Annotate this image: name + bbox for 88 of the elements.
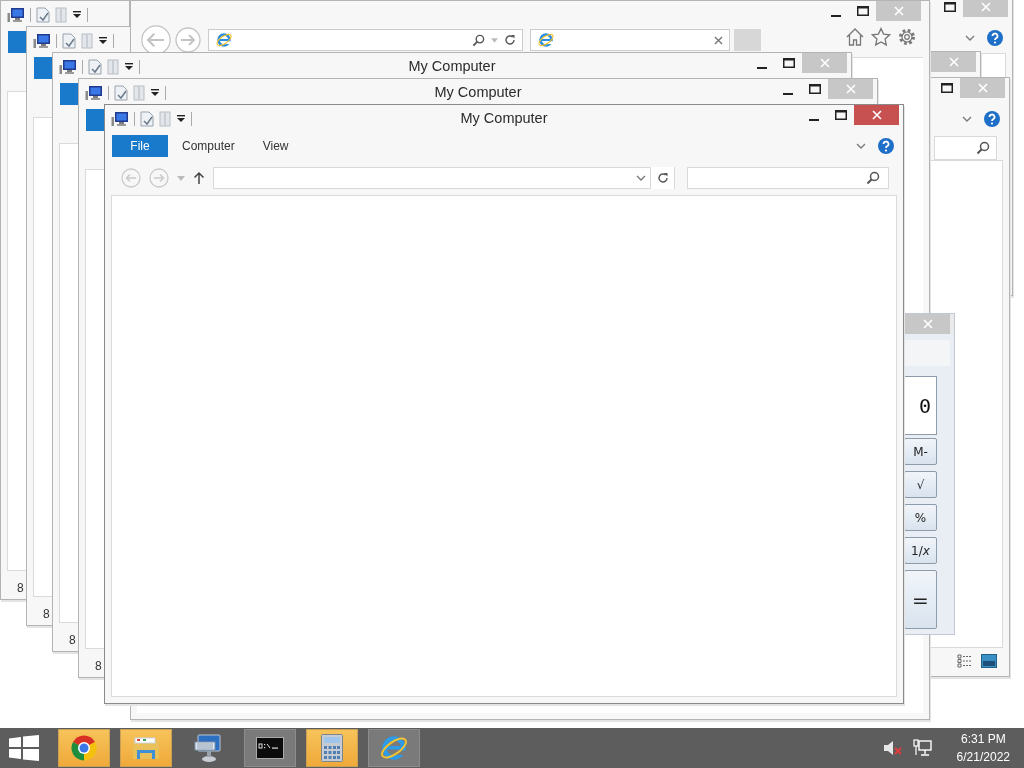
close-icon: [977, 83, 988, 93]
calculator-key[interactable]: %: [904, 504, 937, 531]
close-icon: [980, 2, 991, 12]
search-field[interactable]: [934, 136, 997, 160]
window-title: My Computer: [460, 109, 548, 126]
close-icon: [845, 84, 856, 94]
document-icon[interactable]: [140, 111, 154, 127]
document-icon[interactable]: [114, 85, 128, 101]
browser-logo-icon: [379, 733, 409, 763]
dropdown-icon[interactable]: [72, 10, 82, 20]
browser-tab[interactable]: [530, 29, 730, 51]
document-icon[interactable]: [36, 7, 50, 23]
home-icon[interactable]: [845, 27, 865, 47]
computer-icon[interactable]: [33, 33, 51, 49]
computer-icon[interactable]: [59, 59, 77, 75]
monitor-keyboard-icon: [193, 733, 223, 763]
search-icon[interactable]: [472, 33, 485, 47]
close-icon: [922, 319, 933, 329]
taskbar-button[interactable]: [244, 729, 296, 767]
close-icon: [871, 110, 882, 120]
status-text: 8: [16, 580, 25, 597]
status-text: 8: [42, 606, 51, 623]
calculator-key[interactable]: M-: [904, 438, 937, 465]
close-icon: [948, 57, 959, 67]
large-icons-view-icon[interactable]: [981, 654, 997, 668]
window-title: My Computer: [434, 83, 522, 100]
settings-icon[interactable]: [897, 27, 917, 47]
computer-icon[interactable]: [85, 85, 103, 101]
minimize-icon: [782, 93, 793, 95]
search-icon: [866, 171, 880, 185]
maximize-icon: [808, 84, 821, 94]
ribbon-tab[interactable]: View: [248, 135, 303, 157]
search-icon: [976, 141, 990, 155]
dropdown-icon[interactable]: [150, 88, 160, 98]
maximize-icon: [782, 58, 795, 68]
volume-icon[interactable]: [882, 739, 903, 757]
ribbon-tab[interactable]: Computer: [168, 135, 249, 157]
close-icon: [893, 6, 904, 16]
close-icon: [819, 58, 830, 68]
clock-date[interactable]: 6/21/2022: [956, 748, 1010, 766]
calculator-icon: [321, 734, 343, 762]
close-tab-icon[interactable]: [714, 35, 723, 45]
terminal-icon: [256, 737, 284, 759]
status-text: 8: [68, 632, 77, 649]
chevron-down-icon[interactable]: [965, 35, 975, 41]
help-icon[interactable]: [878, 138, 894, 154]
computer-icon[interactable]: [111, 111, 129, 127]
minimize-icon: [756, 67, 767, 69]
dropdown-icon[interactable]: [124, 62, 134, 72]
maximize-icon: [856, 6, 869, 16]
folder-icon: [131, 735, 161, 761]
address-field[interactable]: [208, 29, 523, 51]
document-icon[interactable]: [88, 59, 102, 75]
calculator-key[interactable]: √: [904, 471, 937, 498]
maximize-icon: [834, 110, 847, 120]
star-icon[interactable]: [871, 27, 891, 47]
minimize-icon: [830, 15, 841, 17]
document-icon[interactable]: [62, 33, 76, 49]
refresh-icon: [656, 172, 669, 184]
network-icon[interactable]: [912, 739, 933, 757]
maximize-icon: [940, 83, 953, 93]
search-field[interactable]: [687, 167, 889, 189]
browser-icon: [70, 734, 98, 762]
status-text: 8: [94, 658, 103, 675]
help-icon[interactable]: [987, 30, 1003, 46]
maximize-icon: [943, 2, 956, 12]
refresh-button[interactable]: [650, 167, 674, 189]
up-arrow-icon[interactable]: [193, 171, 205, 185]
dropdown-icon[interactable]: [176, 114, 186, 124]
chevron-down-icon[interactable]: [962, 116, 972, 122]
refresh-icon[interactable]: [504, 34, 516, 46]
clock-time[interactable]: 6:31 PM: [960, 730, 1006, 748]
help-icon[interactable]: [984, 111, 1000, 127]
chevron-down-icon[interactable]: [636, 175, 646, 181]
browser-logo-icon: [215, 31, 233, 49]
browser-logo-icon: [537, 31, 555, 49]
calculator-key[interactable]: =: [904, 570, 937, 629]
calculator-display: 0: [904, 376, 937, 435]
chevron-down-icon[interactable]: [856, 143, 866, 149]
details-view-icon[interactable]: [957, 654, 973, 668]
computer-icon[interactable]: [7, 7, 25, 23]
minimize-icon: [808, 119, 819, 121]
window-title: My Computer: [408, 57, 496, 74]
dropdown-icon[interactable]: [98, 36, 108, 46]
windows-logo-icon: [9, 735, 39, 761]
calculator-key[interactable]: 1/x: [904, 537, 937, 564]
ribbon-tab[interactable]: File: [112, 135, 168, 157]
address-field[interactable]: [213, 167, 675, 189]
